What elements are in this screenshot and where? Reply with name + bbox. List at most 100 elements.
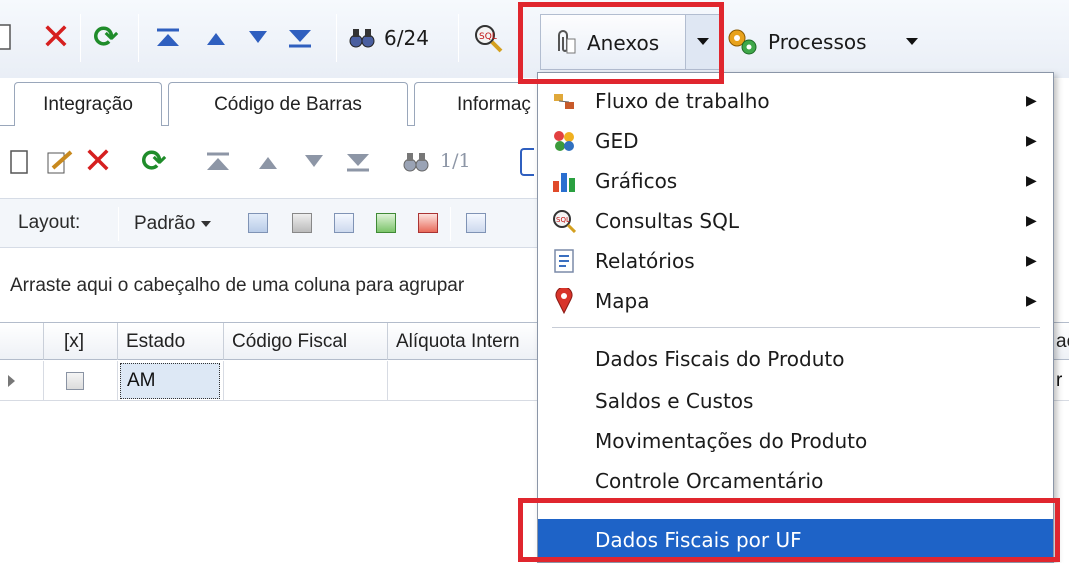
column-header-select[interactable]: [x]: [44, 323, 118, 360]
svg-text:SQL: SQL: [479, 32, 497, 42]
new-record-icon[interactable]: [4, 144, 34, 180]
processos-label: Processos: [768, 30, 867, 54]
menu-item-label: Fluxo de trabalho: [595, 89, 770, 113]
layout-label: Layout:: [18, 212, 81, 233]
report-icon: [552, 249, 576, 273]
binoculars-icon[interactable]: [398, 144, 434, 180]
main-toolbar: ✕ ⟳ 6/24 SQL Anexos Processos: [0, 0, 1069, 78]
menu-item-consultas-sql[interactable]: SQL Consultas SQL ▶: [538, 201, 1053, 241]
tab-label: Integração: [43, 93, 133, 115]
submenu-arrow-icon: ▶: [1026, 133, 1037, 149]
row-checkbox[interactable]: [44, 361, 118, 401]
menu-item-controle-orcamentario[interactable]: Controle Orcamentário: [538, 461, 1053, 501]
tab-label: Código de Barras: [214, 93, 362, 115]
cell-partial[interactable]: r: [1054, 361, 1069, 401]
menu-item-mapa[interactable]: Mapa ▶: [538, 281, 1053, 321]
column-header-estado[interactable]: Estado: [118, 323, 224, 360]
column-header-codigo-fiscal[interactable]: Código Fiscal: [224, 323, 388, 360]
last-record-icon[interactable]: [282, 18, 318, 58]
menu-item-label: GED: [595, 129, 639, 153]
anexos-dropdown-arrow[interactable]: [685, 15, 719, 69]
menu-item-ged[interactable]: GED ▶: [538, 121, 1053, 161]
save-layout-icon[interactable]: [248, 213, 268, 233]
menu-item-label: Controle Orcamentário: [595, 469, 824, 493]
layout-bar: Layout: Padrão: [0, 198, 560, 248]
group-by-hint: Arraste aqui o cabeçalho de uma coluna p…: [10, 275, 465, 296]
edit-record-icon[interactable]: [44, 144, 76, 180]
svg-text:SQL: SQL: [556, 216, 570, 224]
menu-item-dados-fiscais-por-uf[interactable]: Dados Fiscais por UF: [538, 519, 1053, 561]
row-indicator-icon: [0, 361, 44, 401]
grid-layout-icon[interactable]: [334, 213, 354, 233]
submenu-arrow-icon: ▶: [1026, 173, 1037, 189]
record-counter: 6/24: [384, 26, 429, 50]
toolbar-separator: [388, 142, 389, 184]
previous-record-icon[interactable]: [250, 144, 286, 180]
menu-item-movimentacoes-do-produto[interactable]: Movimentações do Produto: [538, 421, 1053, 461]
gears-icon: [726, 26, 758, 56]
tab-codigo-de-barras[interactable]: Código de Barras: [168, 82, 408, 126]
bar-chart-icon: [552, 169, 576, 193]
first-record-icon[interactable]: [150, 18, 186, 58]
menu-item-graficos[interactable]: Gráficos ▶: [538, 161, 1053, 201]
sql-query-icon: SQL: [552, 209, 576, 233]
map-pin-icon: [552, 288, 576, 314]
toolbar-separator: [118, 207, 119, 241]
tab-label: Informaç: [457, 93, 531, 115]
new-record-icon[interactable]: [0, 22, 14, 52]
copy-layout-icon[interactable]: [292, 213, 312, 233]
menu-item-label: Consultas SQL: [595, 209, 739, 233]
columns-icon[interactable]: [466, 213, 486, 233]
processos-dropdown-arrow[interactable]: [906, 38, 918, 46]
delete-icon[interactable]: ✕: [80, 142, 116, 182]
menu-item-label: Dados Fiscais do Produto: [595, 347, 845, 371]
menu-item-dados-fiscais-do-produto[interactable]: Dados Fiscais do Produto: [538, 339, 1053, 379]
toolbar-separator: [336, 14, 337, 62]
anexos-menu: Fluxo de trabalho ▶ GED ▶ Gráficos ▶ SQL…: [537, 72, 1054, 563]
toolbar-separator: [80, 14, 81, 62]
submenu-arrow-icon: ▶: [1026, 93, 1037, 109]
layout-select[interactable]: Padrão: [134, 211, 212, 237]
menu-item-label: Dados Fiscais por UF: [595, 528, 802, 552]
anexos-label: Anexos: [587, 31, 660, 55]
detail-toolbar: ✕ ⟳ 1/1: [0, 136, 560, 188]
menu-item-label: Mapa: [595, 289, 650, 313]
next-record-icon[interactable]: [240, 18, 276, 58]
menu-item-fluxo-de-trabalho[interactable]: Fluxo de trabalho ▶: [538, 81, 1053, 121]
cell-estado-value: AM: [120, 363, 220, 399]
ged-icon: [552, 129, 576, 153]
previous-record-icon[interactable]: [198, 18, 234, 58]
tab-integracao[interactable]: Integração: [14, 82, 162, 126]
menu-separator: [552, 327, 1040, 328]
column-header-partial[interactable]: ac: [1054, 323, 1069, 360]
menu-item-saldos-e-custos[interactable]: Saldos e Custos: [538, 381, 1053, 421]
import-layout-icon[interactable]: [376, 213, 396, 233]
refresh-icon[interactable]: ⟳: [86, 18, 126, 58]
submenu-arrow-icon: ▶: [1026, 213, 1037, 229]
toolbar-separator: [190, 142, 191, 184]
refresh-icon[interactable]: ⟳: [134, 142, 174, 182]
menu-item-label: Gráficos: [595, 169, 678, 193]
next-record-icon[interactable]: [296, 144, 332, 180]
menu-item-label: Saldos e Custos: [595, 389, 754, 413]
toolbar-separator: [124, 142, 125, 184]
cell-estado[interactable]: AM: [118, 361, 224, 401]
last-record-icon[interactable]: [340, 144, 376, 180]
menu-item-label: Movimentações do Produto: [595, 429, 868, 453]
first-record-icon[interactable]: [200, 144, 236, 180]
attachment-icon[interactable]: [520, 148, 534, 176]
export-layout-icon[interactable]: [418, 213, 438, 233]
menu-item-relatorios[interactable]: Relatórios ▶: [538, 241, 1053, 281]
menu-item-label: Relatórios: [595, 249, 695, 273]
toolbar-separator: [450, 207, 451, 241]
toolbar-separator: [458, 14, 459, 62]
cell-codigo-fiscal[interactable]: [224, 361, 388, 401]
submenu-arrow-icon: ▶: [1026, 293, 1037, 309]
processos-button[interactable]: Processos: [726, 20, 926, 64]
anexos-button[interactable]: Anexos: [540, 14, 720, 70]
binoculars-icon[interactable]: [344, 18, 380, 58]
delete-icon[interactable]: ✕: [36, 18, 76, 58]
chevron-down-icon: [201, 220, 212, 227]
sql-search-icon[interactable]: SQL: [468, 18, 508, 58]
paperclip-icon: [551, 29, 577, 57]
